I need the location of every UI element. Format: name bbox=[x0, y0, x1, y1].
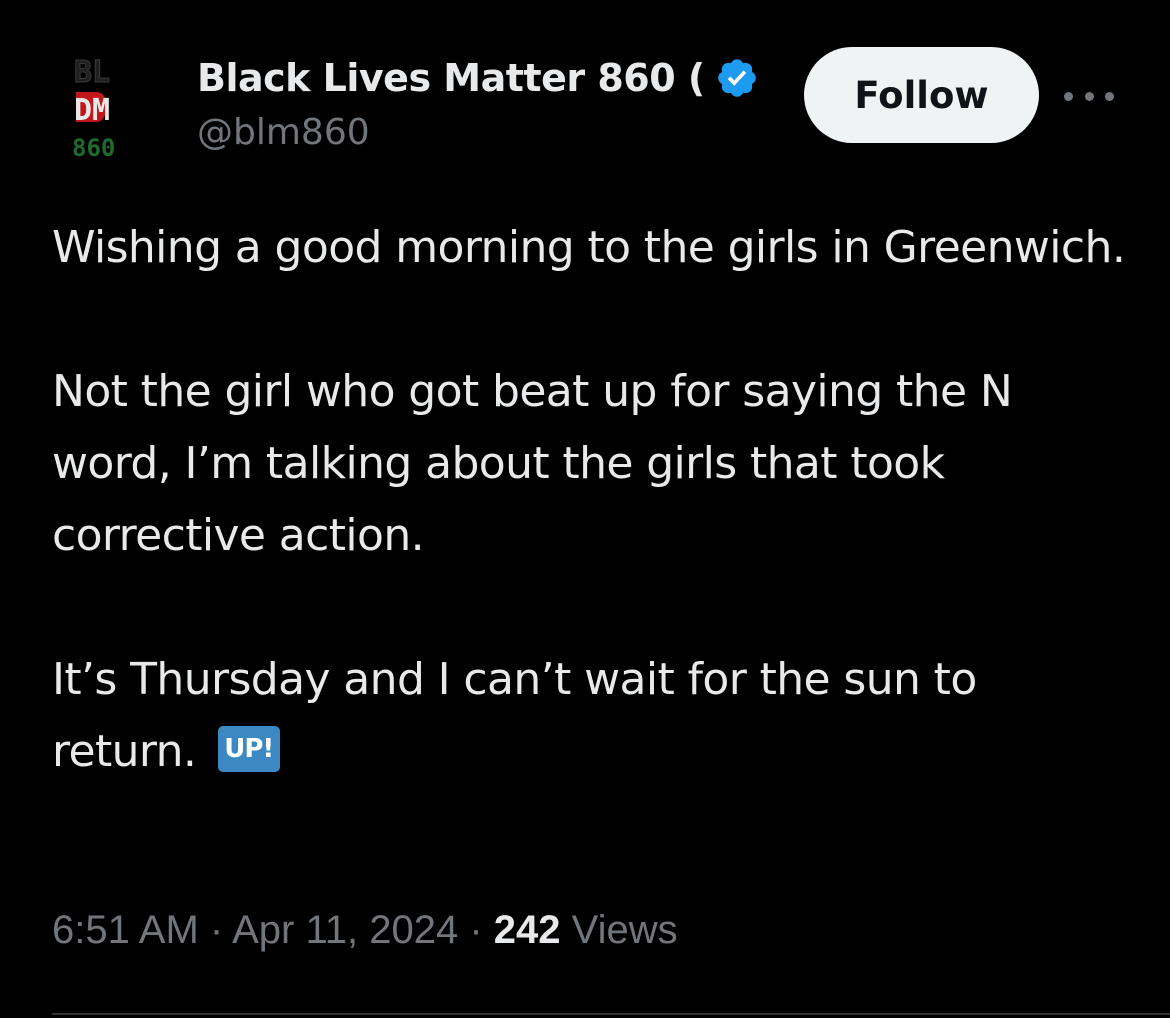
follow-button[interactable]: Follow bbox=[804, 47, 1039, 143]
tweet-time[interactable]: 6:51 AM bbox=[52, 908, 199, 952]
tweet-paragraph: Wishing a good morning to the girls in G… bbox=[52, 222, 1126, 273]
more-dot bbox=[1064, 91, 1073, 101]
views-count: 242 bbox=[493, 908, 561, 952]
more-options-icon[interactable] bbox=[1064, 84, 1114, 108]
more-dot bbox=[1105, 91, 1114, 101]
account-handle[interactable]: @blm860 bbox=[197, 112, 370, 153]
verified-badge-icon[interactable] bbox=[715, 56, 759, 100]
tweet-paragraph-text: It’s Thursday and I can’t wait for the s… bbox=[52, 654, 977, 777]
tweet-text: Wishing a good morning to the girls in G… bbox=[52, 212, 1132, 788]
display-name[interactable]: Black Lives Matter 860 ( bbox=[197, 56, 705, 100]
up-emoji-icon: UP! bbox=[217, 726, 280, 772]
account-name-row[interactable]: Black Lives Matter 860 ( bbox=[197, 50, 759, 106]
avatar[interactable]: BL DM 860 bbox=[52, 52, 148, 164]
meta-separator: · bbox=[469, 908, 494, 952]
views-label: Views bbox=[571, 908, 678, 952]
meta-separator: · bbox=[209, 908, 233, 952]
tweet-paragraph: Not the girl who got beat up for saying … bbox=[52, 366, 1013, 561]
blm860-logo: BL DM 860 bbox=[52, 52, 148, 164]
avatar-line1: BL bbox=[74, 55, 110, 90]
avatar-line2: DM bbox=[74, 93, 110, 128]
avatar-line3: 860 bbox=[72, 134, 115, 162]
tweet-date[interactable]: Apr 11, 2024 bbox=[232, 908, 458, 952]
divider bbox=[52, 1013, 1170, 1015]
tweet-meta: 6:51 AM · Apr 11, 2024 · 242 Views bbox=[52, 908, 678, 953]
tweet-paragraph: It’s Thursday and I can’t wait for the s… bbox=[52, 644, 1132, 788]
more-dot bbox=[1084, 91, 1094, 101]
